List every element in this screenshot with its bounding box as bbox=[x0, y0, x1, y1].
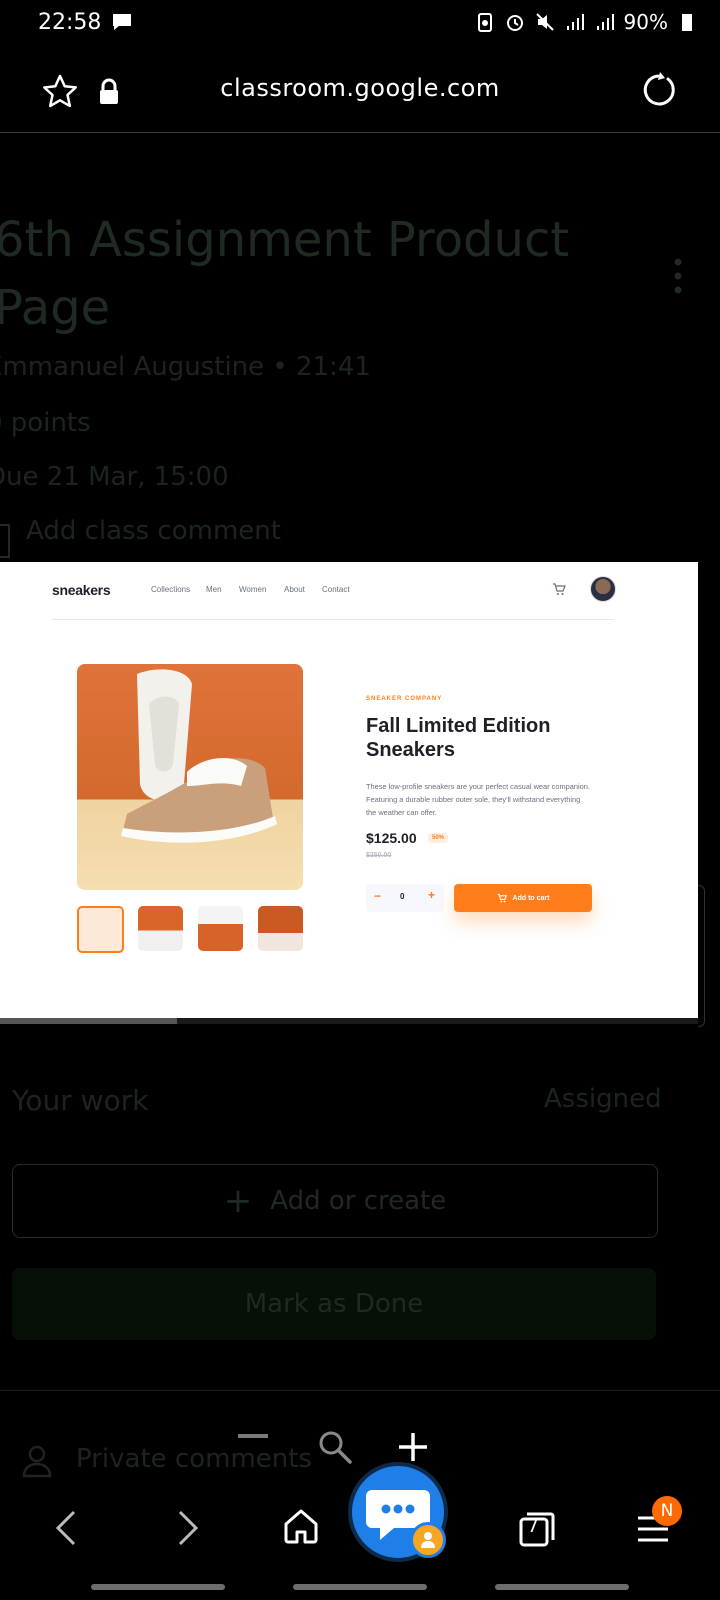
signal-icon bbox=[566, 14, 584, 30]
product-thumbnail-3[interactable] bbox=[198, 906, 243, 951]
signal-h-plus-icon bbox=[596, 14, 614, 30]
company-label: SNEAKER COMPANY bbox=[366, 696, 443, 702]
nav-collections: Collections bbox=[151, 585, 191, 594]
cart-icon bbox=[497, 893, 507, 903]
assignment-points: 0 points bbox=[0, 408, 91, 438]
minus-icon: − bbox=[374, 889, 382, 903]
quantity-value: 0 bbox=[400, 892, 405, 901]
attachment-preview-image[interactable]: sneakers Collections Men Women About Con… bbox=[0, 562, 698, 1018]
mark-as-done-button[interactable]: Mark as Done bbox=[12, 1268, 656, 1340]
original-price: $250.00 bbox=[366, 852, 392, 859]
add-or-create-button[interactable]: + Add or create bbox=[12, 1164, 658, 1238]
nav-contact: Contact bbox=[322, 585, 350, 594]
discount-badge: 50% bbox=[428, 833, 449, 843]
tab-count: 7 bbox=[527, 1516, 539, 1537]
preview-scrollbar-thumb[interactable] bbox=[0, 1018, 177, 1024]
url-text[interactable]: classroom.google.com bbox=[0, 74, 720, 102]
your-work-heading: Your work bbox=[12, 1084, 149, 1117]
status-time: 22:58 bbox=[38, 10, 102, 35]
battery-percentage: 90% bbox=[623, 10, 668, 34]
divider bbox=[0, 1390, 720, 1391]
product-description: These low-profile sneakers are your perf… bbox=[366, 782, 590, 817]
preview-edge bbox=[698, 885, 705, 1027]
mute-icon bbox=[535, 13, 554, 31]
chat-avatar-badge bbox=[410, 1522, 446, 1558]
forward-icon[interactable] bbox=[176, 1508, 200, 1548]
status-bar: 22:58 90% bbox=[0, 0, 720, 46]
product-price: $125.00 bbox=[366, 830, 417, 846]
comment-icon bbox=[0, 524, 10, 558]
plus-icon: + bbox=[428, 888, 436, 902]
product-thumbnail-2[interactable] bbox=[138, 906, 183, 951]
sneaker-illustration bbox=[121, 669, 277, 843]
add-or-create-label: Add or create bbox=[270, 1186, 447, 1216]
avatar bbox=[590, 576, 616, 602]
assignment-title: 6th Assignment Product Page bbox=[0, 212, 570, 336]
work-status: Assigned bbox=[544, 1084, 662, 1114]
gesture-bar-center bbox=[293, 1584, 427, 1590]
nav-about: About bbox=[284, 585, 305, 594]
more-options-icon[interactable] bbox=[674, 258, 682, 294]
add-class-comment[interactable]: Add class comment bbox=[26, 516, 281, 546]
nav-divider bbox=[52, 619, 614, 620]
reload-icon[interactable] bbox=[640, 70, 680, 110]
battery-saver-icon bbox=[477, 13, 492, 32]
assignment-due: Due 21 Mar, 15:00 bbox=[0, 462, 229, 492]
alarm-icon bbox=[506, 15, 523, 31]
status-icons: 90% bbox=[474, 10, 698, 34]
product-main-image bbox=[77, 664, 303, 890]
cart-icon bbox=[553, 583, 566, 595]
person-icon bbox=[421, 1532, 435, 1548]
gesture-bar-right bbox=[495, 1584, 629, 1590]
product-thumbnail-1[interactable] bbox=[77, 906, 124, 953]
add-to-cart-button: Add to cart bbox=[454, 884, 592, 912]
nav-women: Women bbox=[239, 585, 267, 594]
add-to-cart-label: Add to cart bbox=[512, 894, 550, 902]
battery-icon bbox=[682, 14, 692, 31]
product-thumbnail-4[interactable] bbox=[258, 906, 303, 951]
plus-icon: + bbox=[223, 1181, 253, 1221]
assignment-author-time: Emmanuel Augustine • 21:41 bbox=[0, 352, 371, 382]
back-icon[interactable] bbox=[54, 1508, 78, 1548]
nav-men: Men bbox=[206, 585, 222, 594]
zoom-out-button[interactable] bbox=[238, 1434, 268, 1438]
chat-notification-icon bbox=[113, 14, 131, 30]
mark-as-done-label: Mark as Done bbox=[244, 1289, 424, 1319]
sneakers-logo: sneakers bbox=[52, 582, 111, 598]
zoom-in-button[interactable] bbox=[398, 1432, 428, 1462]
product-title: Fall Limited Edition Sneakers bbox=[366, 715, 551, 761]
menu-notification-badge: N bbox=[652, 1496, 682, 1526]
gesture-bar-left bbox=[91, 1584, 225, 1590]
home-icon[interactable] bbox=[283, 1508, 319, 1544]
